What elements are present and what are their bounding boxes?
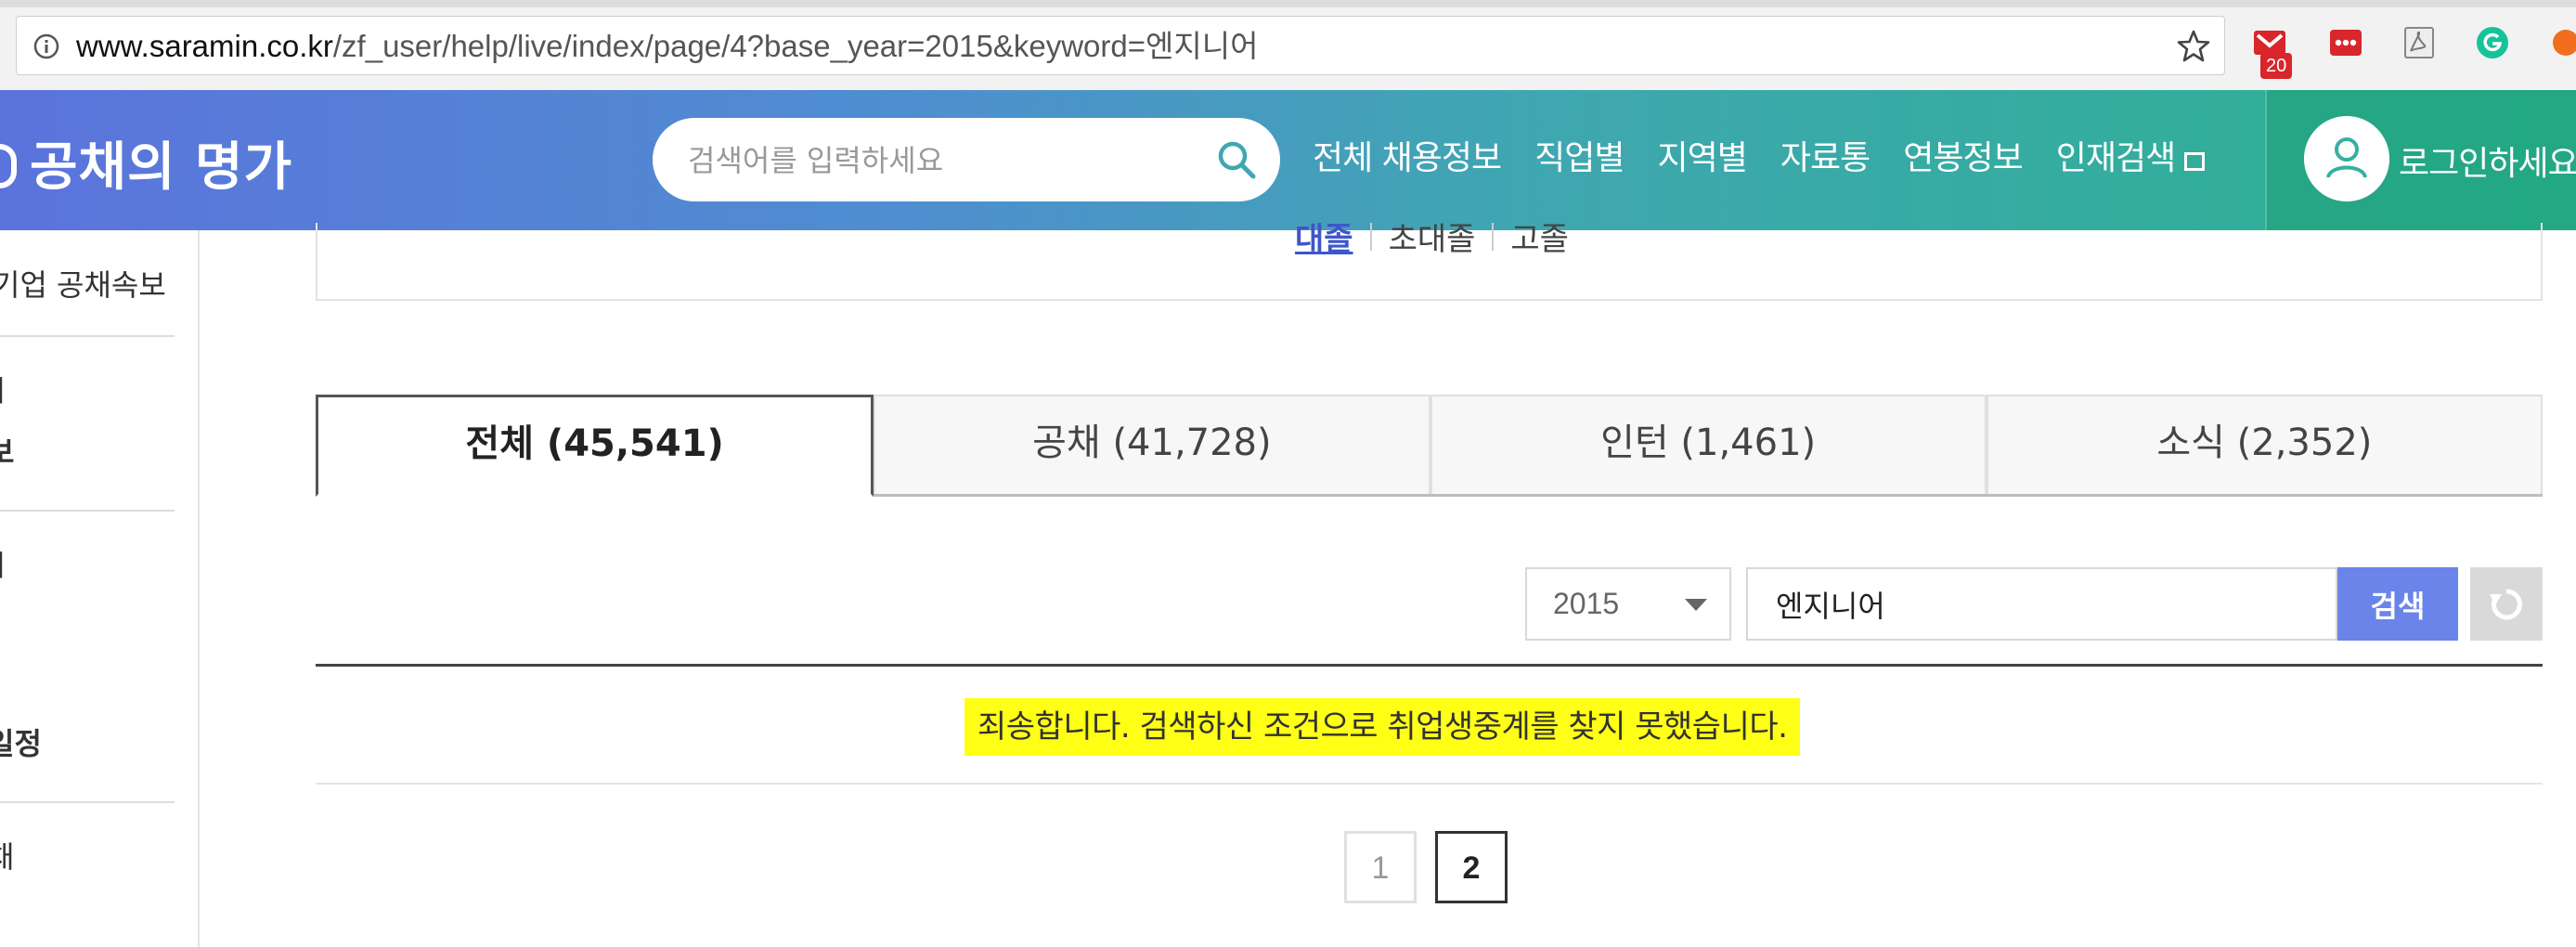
site-logo[interactable]: 공채의 명가 xyxy=(0,125,292,201)
year-select-value: 2015 xyxy=(1553,587,1620,620)
info-icon[interactable] xyxy=(33,33,59,59)
address-bar[interactable]: www.saramin.co.kr/zf_user/help/live/inde… xyxy=(16,16,2225,75)
education-filter-box: 대졸 초대졸 고졸 xyxy=(316,223,2543,301)
page-2-button[interactable]: 2 xyxy=(1435,831,1508,903)
logo-ring-icon xyxy=(0,144,17,188)
tab-strip-edge xyxy=(0,0,2576,7)
result-divider-bottom xyxy=(316,783,2543,785)
search-icon[interactable] xyxy=(1215,138,1258,181)
nav-all-jobs[interactable]: 전체 채용정보 xyxy=(1313,131,1502,179)
nav-salary[interactable]: 연봉정보 xyxy=(1903,131,2023,179)
nav-by-job[interactable]: 직업별 xyxy=(1534,131,1625,179)
sidebar-item-fragment[interactable]: ㅣ xyxy=(0,368,14,410)
page-1-button[interactable]: 1 xyxy=(1344,831,1417,903)
url-text[interactable]: www.saramin.co.kr/zf_user/help/live/inde… xyxy=(76,28,1258,65)
sidebar-item-fragment[interactable]: 보 xyxy=(0,429,14,472)
external-window-icon xyxy=(2184,152,2206,171)
logo-text: 공채의 명가 xyxy=(30,137,293,198)
main-nav: 전체 채용정보 직업별 지역별 자료통 연봉정보 인재검색 xyxy=(1313,131,2206,179)
header-search xyxy=(653,118,1280,201)
chevron-down-icon xyxy=(1685,599,1707,611)
user-avatar-icon xyxy=(2304,116,2389,201)
site-header: 공채의 명가 전체 채용정보 직업별 지역별 자료통 연봉정보 인재검색 로그인… xyxy=(0,90,2576,230)
header-search-input[interactable] xyxy=(686,136,1191,185)
login-area[interactable]: 로그인하세요 xyxy=(2265,90,2576,230)
result-divider-top xyxy=(316,664,2543,667)
orange-extension-icon[interactable] xyxy=(2548,25,2576,60)
sidebar-divider xyxy=(0,510,175,512)
sidebar-item-fragment[interactable]: ㅣ xyxy=(0,542,14,585)
tab-intern[interactable]: 인턴 (1,461) xyxy=(1430,395,1987,494)
grammarly-extension-icon[interactable] xyxy=(2475,25,2510,60)
search-button[interactable]: 검색 xyxy=(2337,567,2458,641)
education-filter-links: 대졸 초대졸 고졸 xyxy=(1295,223,1569,259)
sidebar-divider xyxy=(0,801,175,803)
sidebar-item-company-news[interactable]: 기업 공채속보 xyxy=(0,262,166,305)
url-path: /zf_user/help/live/index/page/4?base_yea… xyxy=(332,29,1259,63)
category-tabs: 전체 (45,541) 공채 (41,728) 인턴 (1,461) 소식 (2… xyxy=(316,395,2543,497)
filter-college[interactable]: 초대졸 xyxy=(1389,223,1476,259)
no-results-message: 죄송합니다. 검색하신 조건으로 취업생중계를 찾지 못했습니다. xyxy=(964,698,1801,756)
nav-talent-search-label: 인재검색 xyxy=(2055,139,2176,177)
login-link[interactable]: 로그인하세요 xyxy=(2399,136,2576,185)
sidebar-item-schedule[interactable]: 일정 xyxy=(0,720,42,763)
divider xyxy=(1369,223,1372,251)
more-dots-extension-icon[interactable] xyxy=(2328,25,2363,60)
pdf-extension-icon[interactable] xyxy=(2401,25,2437,60)
tab-news[interactable]: 소식 (2,352) xyxy=(1986,395,2543,494)
gmail-unread-badge: 20 xyxy=(2260,53,2293,79)
divider xyxy=(1492,223,1495,251)
pagination: 1 2 xyxy=(1344,831,1508,903)
sidebar-item-fragment[interactable]: 채 xyxy=(0,834,14,876)
sidebar-divider xyxy=(0,335,175,337)
bookmark-star-icon[interactable] xyxy=(2176,29,2211,64)
browser-toolbar: www.saramin.co.kr/zf_user/help/live/inde… xyxy=(0,0,2576,91)
nav-data-room[interactable]: 자료통 xyxy=(1780,131,1871,179)
reset-button[interactable] xyxy=(2470,567,2543,641)
tab-all[interactable]: 전체 (45,541) xyxy=(316,395,874,497)
year-select[interactable]: 2015 xyxy=(1525,567,1731,641)
nav-by-region[interactable]: 지역별 xyxy=(1658,131,1748,179)
nav-talent-search[interactable]: 인재검색 xyxy=(2055,131,2206,179)
tab-recruit[interactable]: 공채 (41,728) xyxy=(874,395,1430,494)
url-host: www.saramin.co.kr xyxy=(76,29,333,63)
keyword-input[interactable] xyxy=(1746,567,2337,641)
filter-highschool[interactable]: 고졸 xyxy=(1510,223,1569,259)
refresh-icon xyxy=(2490,589,2522,620)
filter-university[interactable]: 대졸 xyxy=(1295,223,1353,259)
left-sidebar: 기업 공채속보 ㅣ 보 ㅣ 일정 채 xyxy=(0,230,200,947)
